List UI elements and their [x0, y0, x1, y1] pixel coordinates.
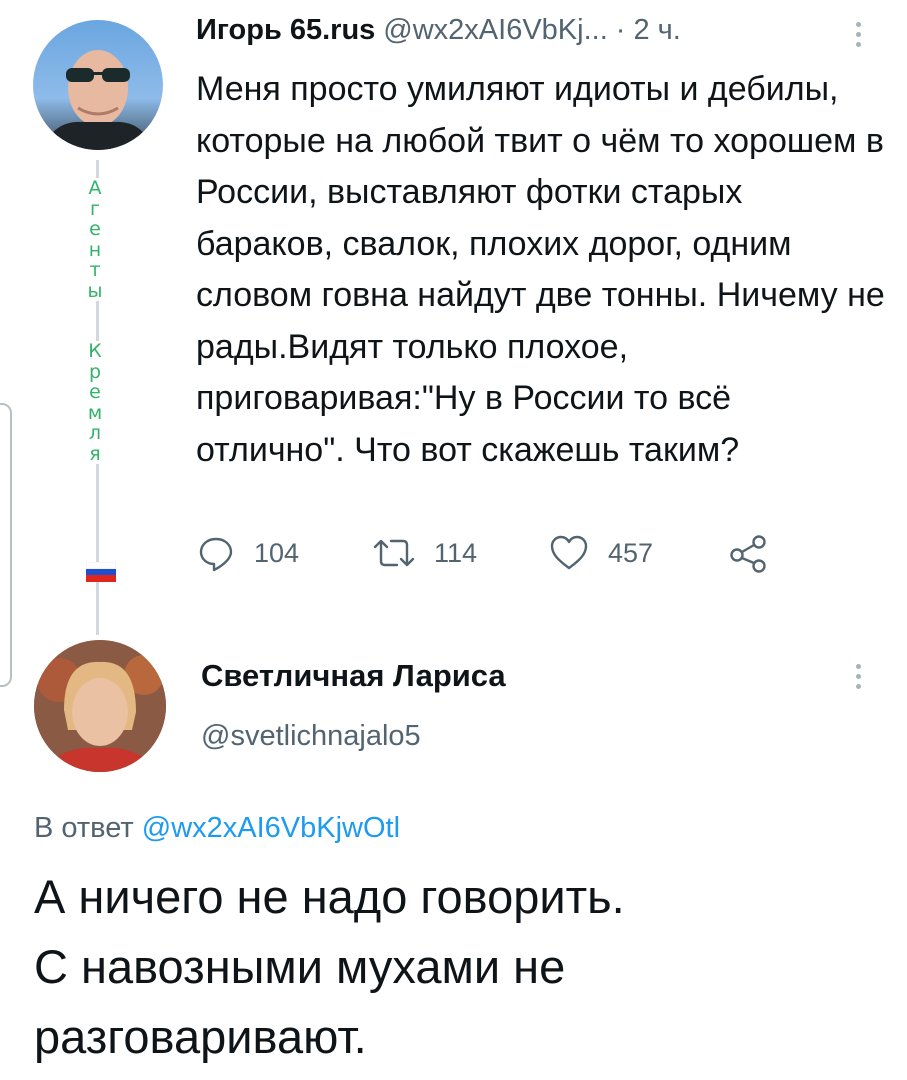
tweet-text: А ничего не надо говорить. С навозными м…	[34, 862, 894, 1072]
tweet-header: Игорь 65.rus @wx2xAI6VbKj... · 2 ч.	[196, 14, 681, 47]
tweet-text-line: А ничего не надо говорить.	[34, 870, 625, 923]
reply-count: 104	[254, 537, 300, 568]
share-button[interactable]	[728, 533, 770, 573]
side-letter: я	[84, 443, 106, 464]
like-button[interactable]: 457	[548, 533, 653, 573]
author-handle[interactable]: @wx2xAI6VbKj...	[383, 14, 607, 46]
side-letter: м	[84, 402, 106, 423]
side-letters: А г е н т ы К р е м л я	[84, 178, 106, 464]
side-letter: е	[84, 382, 106, 403]
tweet-actions: 104 114 457	[0, 533, 907, 579]
side-letter: л	[84, 423, 106, 444]
side-letter: н	[84, 239, 106, 260]
side-letter: г	[84, 198, 106, 219]
reply-context: В ответ @wx2xAI6VbKjwOtl	[34, 812, 400, 845]
tweet-text-line: С навозными мухами не	[34, 940, 566, 993]
side-letter: е	[84, 219, 106, 240]
side-letter: ы	[84, 280, 106, 301]
tweet-text: Меня просто умиляют идиоты и дебилы, кот…	[196, 70, 885, 469]
retweet-icon	[373, 539, 415, 567]
more-options-icon[interactable]	[855, 22, 861, 52]
timestamp[interactable]: · 2 ч.	[616, 14, 681, 46]
side-letter: р	[84, 361, 106, 382]
avatar[interactable]	[34, 640, 166, 772]
side-letter: А	[84, 178, 106, 199]
reply-mention-link[interactable]: @wx2xAI6VbKjwOtl	[142, 812, 400, 844]
author-name[interactable]: Игорь 65.rus	[196, 14, 375, 46]
side-letter: К	[84, 341, 106, 362]
retweet-button[interactable]: 114	[372, 533, 477, 573]
reply-button[interactable]: 104	[196, 533, 299, 573]
avatar[interactable]	[33, 20, 163, 150]
tweet-text-line: разговаривают.	[34, 1010, 367, 1063]
heart-icon	[550, 535, 588, 570]
like-count: 457	[608, 537, 654, 568]
side-letter-gap	[84, 301, 106, 341]
reply-prefix: В ответ	[34, 812, 134, 844]
share-icon	[730, 535, 766, 573]
author-name[interactable]: Светличная Лариса	[201, 658, 506, 694]
author-handle[interactable]: @svetlichnajalo5	[201, 720, 421, 753]
side-letter: т	[84, 260, 106, 281]
retweet-count: 114	[434, 537, 478, 568]
reply-icon	[199, 537, 233, 572]
more-options-icon[interactable]	[855, 664, 861, 694]
